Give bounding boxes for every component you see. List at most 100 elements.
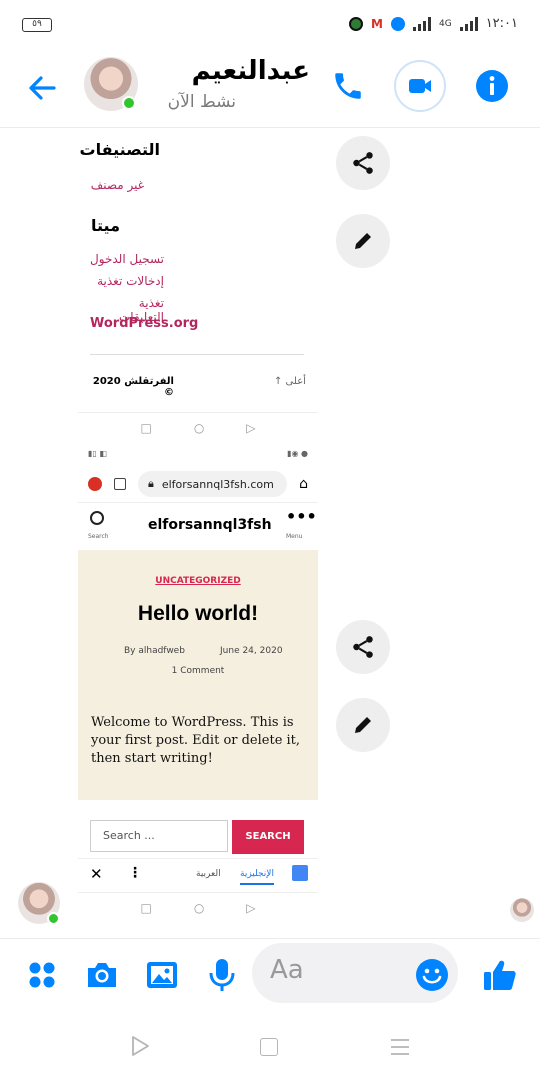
site-menu-label: Menu: [286, 533, 303, 540]
microphone-icon: [209, 959, 235, 991]
translate-bar: ✕ ⋮ العربية الإنجليزية: [78, 858, 318, 892]
camera-button[interactable]: [82, 955, 122, 995]
seen-receipt-avatar: [510, 898, 534, 922]
translate-target-lang: العربية: [196, 869, 221, 879]
site-search-icon: [90, 511, 104, 525]
image-icon: [147, 962, 177, 988]
browser-home-indicator-icon: [88, 477, 102, 491]
url-text: elforsannql3fsh.com: [161, 477, 274, 491]
mini-status-bar: ▮▯ ◧ ▮◉ ●: [78, 440, 318, 466]
wordpress-org-link: WordPress.org: [90, 316, 199, 331]
meta-link-entries-feed: إدخالات تغذية: [97, 274, 164, 288]
site-title: elforsannql3fsh: [148, 517, 272, 533]
footer-top-link: أعلى ↑: [274, 376, 306, 387]
menu-lines-icon: [391, 1039, 409, 1055]
mini-square-icon: □: [140, 420, 152, 435]
nav-back-button[interactable]: [128, 1034, 152, 1062]
nav-home-button[interactable]: [260, 1038, 278, 1056]
translate-source-lang: الإنجليزية: [240, 869, 274, 885]
composer-bar: Aa: [0, 938, 540, 1010]
android-nav-bar: [0, 1010, 540, 1080]
like-button[interactable]: [480, 955, 520, 995]
share-icon: [353, 636, 373, 658]
share-icon: [353, 152, 373, 174]
clock: ١٢:٠١: [485, 16, 518, 31]
gmail-icon: M: [371, 16, 383, 31]
share-button-2[interactable]: [336, 620, 390, 674]
divider: [90, 354, 304, 355]
battery-indicator: ٥٩: [22, 18, 52, 32]
lock-icon: 🔒︎: [148, 477, 154, 490]
network-type: 4G: [438, 18, 452, 29]
mini-circle-icon: ○: [193, 420, 205, 435]
url-field: 🔒︎ elforsannql3fsh.com: [138, 471, 288, 497]
app-notification-icon: [349, 16, 364, 31]
meta-link-login: تسجيل الدخول: [90, 252, 164, 266]
mini-square-icon-2: □: [140, 900, 152, 915]
site-header: Search elforsannql3fsh ••• Menu: [78, 502, 318, 550]
mini-nav-bar: □ ○ ▷: [78, 412, 318, 438]
share-button-1[interactable]: [336, 136, 390, 190]
status-icons: M 4G ١٢:٠١: [349, 16, 518, 31]
emoji-button[interactable]: [412, 955, 452, 995]
browser-address-bar: 🔒︎ elforsannql3fsh.com ⌂: [78, 466, 318, 502]
footer-copyright: الفرتقلش 2020 ©: [92, 376, 174, 398]
voice-call-button[interactable]: [322, 60, 374, 112]
google-translate-icon: [292, 865, 308, 881]
shared-image-2[interactable]: ▮▯ ◧ ▮◉ ● 🔒︎ elforsannql3fsh.com ⌂ Searc…: [78, 440, 318, 924]
voice-message-button[interactable]: [202, 955, 242, 995]
signal-icon-2: [459, 16, 478, 31]
categories-heading: التصنيفات: [79, 140, 160, 159]
thumbs-up-icon: [484, 960, 516, 990]
video-call-button[interactable]: [394, 60, 446, 112]
more-actions-button[interactable]: [22, 955, 62, 995]
gallery-button[interactable]: [142, 955, 182, 995]
info-button[interactable]: [466, 60, 518, 112]
sender-online-indicator: [47, 912, 60, 925]
home-icon: ⌂: [299, 476, 308, 492]
triangle-back-icon: [132, 1036, 149, 1056]
online-indicator: [122, 96, 136, 110]
pencil-icon: [355, 233, 371, 249]
pencil-icon: [355, 717, 371, 733]
site-search-label: Search: [88, 533, 109, 540]
post-author: By alhadfweb: [124, 646, 185, 656]
menu-dots-icon: •••: [286, 507, 317, 526]
contact-status: نشط الآن: [167, 92, 236, 112]
signal-icon: [412, 16, 431, 31]
phone-icon: [335, 73, 361, 99]
contact-name[interactable]: عبدالنعيم: [150, 56, 310, 86]
post-comments: 1 Comment: [171, 666, 225, 676]
camera-icon: [88, 963, 116, 987]
mini-nav-bar-2: □ ○ ▷: [78, 892, 318, 922]
post-title: Hello world!: [137, 602, 259, 625]
search-form: Search ... SEARCH: [78, 800, 318, 858]
edit-button-1[interactable]: [336, 214, 390, 268]
tabs-icon: [114, 478, 126, 490]
translate-close-icon: ✕: [90, 865, 103, 883]
post-date: June 24, 2020: [220, 646, 283, 656]
back-arrow-icon: [29, 76, 56, 100]
video-camera-icon: [409, 79, 431, 93]
mini-status-right-icons: ▮◉ ●: [287, 448, 308, 458]
mini-circle-icon-2: ○: [193, 900, 205, 915]
messenger-icon: [390, 16, 405, 31]
meta-heading: ميتا: [91, 216, 120, 235]
message-placeholder: Aa: [270, 955, 304, 985]
mini-back-icon-2: ▷: [246, 900, 256, 915]
back-button[interactable]: [24, 70, 60, 106]
status-bar: ٥٩ M 4G ١٢:٠١: [0, 0, 540, 52]
nav-recents-button[interactable]: [390, 1038, 410, 1060]
edit-button-2[interactable]: [336, 698, 390, 752]
search-submit-button: SEARCH: [232, 820, 304, 854]
info-icon: [476, 70, 508, 102]
chat-header: عبدالنعيم نشط الآن: [0, 52, 540, 128]
category-badge: UNCATEGORIZED: [155, 576, 241, 586]
translate-more-icon: ⋮: [128, 865, 142, 881]
smiley-icon: [416, 959, 448, 991]
mini-back-icon: ▷: [246, 420, 256, 435]
category-item: غير مصنف: [90, 178, 144, 192]
four-dots-icon: [29, 962, 55, 988]
shared-image-1[interactable]: التصنيفات غير مصنف ميتا تسجيل الدخول إدخ…: [78, 130, 318, 438]
post-body: Welcome to WordPress. This is your first…: [91, 715, 301, 766]
